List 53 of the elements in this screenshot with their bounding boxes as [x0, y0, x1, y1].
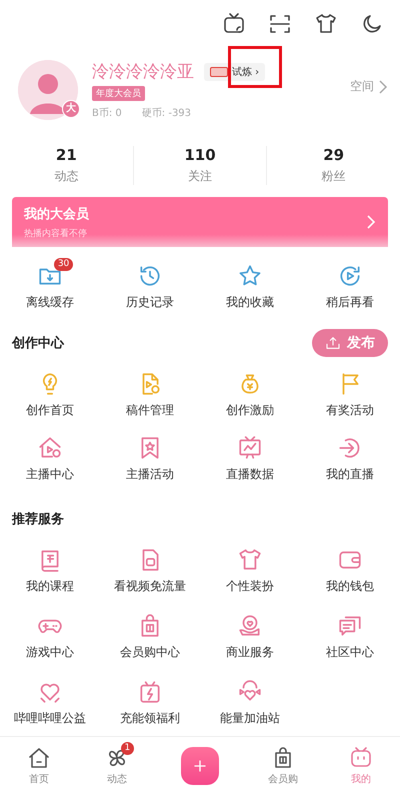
scan-icon[interactable]: [268, 12, 292, 36]
menu-item[interactable]: 历史记录: [126, 263, 174, 311]
section-title: 推荐服务: [12, 511, 64, 528]
menu-item[interactable]: 稿件管理: [126, 371, 174, 419]
vip-tag: 年度大会员: [92, 86, 145, 101]
tv-face-icon: [349, 746, 373, 770]
level-icon: [210, 66, 228, 76]
menu-item[interactable]: 有奖活动: [326, 371, 374, 419]
menu-item[interactable]: 主播中心: [26, 435, 74, 483]
menu-item[interactable]: 看视频免流量: [114, 547, 186, 595]
upload-icon: [325, 335, 341, 351]
home-icon: [27, 746, 51, 770]
tv-icon[interactable]: [222, 12, 246, 36]
coin-balance: 硬币: -393: [142, 106, 192, 120]
banner-title: 我的大会员: [24, 206, 90, 222]
count-badge: 30: [54, 258, 74, 271]
shirt-icon[interactable]: [314, 12, 338, 36]
menu-item[interactable]: 商业服务: [226, 613, 274, 661]
username: 泠泠泠泠泠亚: [92, 61, 194, 83]
stat-count[interactable]: 110: [184, 146, 216, 164]
menu-item[interactable]: 哔哩哔哩公益: [14, 679, 86, 727]
stat-count[interactable]: 29: [323, 146, 344, 164]
menu-item[interactable]: 我的收藏: [226, 263, 274, 311]
menu-item[interactable]: 直播数据: [226, 435, 274, 483]
menu-item[interactable]: 我的直播: [326, 435, 374, 483]
count-badge: 1: [120, 742, 134, 755]
menu-item[interactable]: 主播活动: [126, 435, 174, 483]
menu-item[interactable]: 创作激励: [226, 371, 274, 419]
menu-item[interactable]: 会员购中心: [120, 613, 180, 661]
menu-item[interactable]: 创作首页: [26, 371, 74, 419]
menu-item[interactable]: 稍后再看: [326, 263, 374, 311]
b-coin-balance: B币: 0: [92, 106, 122, 120]
nav-tab[interactable]: 会员购: [244, 746, 322, 786]
menu-item[interactable]: 个性装扮: [226, 547, 274, 595]
nav-tab[interactable]: 首页: [0, 746, 78, 786]
menu-item[interactable]: 社区中心: [326, 613, 374, 661]
stat-count[interactable]: 21: [56, 146, 77, 164]
chevron-icon: [366, 214, 376, 230]
menu-item[interactable]: 充能领福利: [120, 679, 180, 727]
banner-subtitle: 热播内容看不停: [24, 228, 88, 240]
section-title: 创作中心: [12, 334, 64, 352]
menu-item[interactable]: 游戏中心: [26, 613, 74, 661]
tv-chart-icon: [237, 435, 263, 461]
menu-item[interactable]: 我的钱包: [326, 547, 374, 595]
menu-item[interactable]: 能量加油站: [220, 679, 280, 727]
menu-item[interactable]: 我的课程: [26, 547, 74, 595]
stat-label: 关注: [188, 168, 212, 185]
stat-label: 动态: [54, 168, 78, 185]
vip-badge: 大: [62, 100, 80, 118]
trial-button[interactable]: 试炼 ›: [204, 62, 266, 80]
stat-label: 粉丝: [322, 168, 346, 185]
chevron-icon: [378, 80, 388, 94]
add-button[interactable]: [181, 747, 219, 785]
